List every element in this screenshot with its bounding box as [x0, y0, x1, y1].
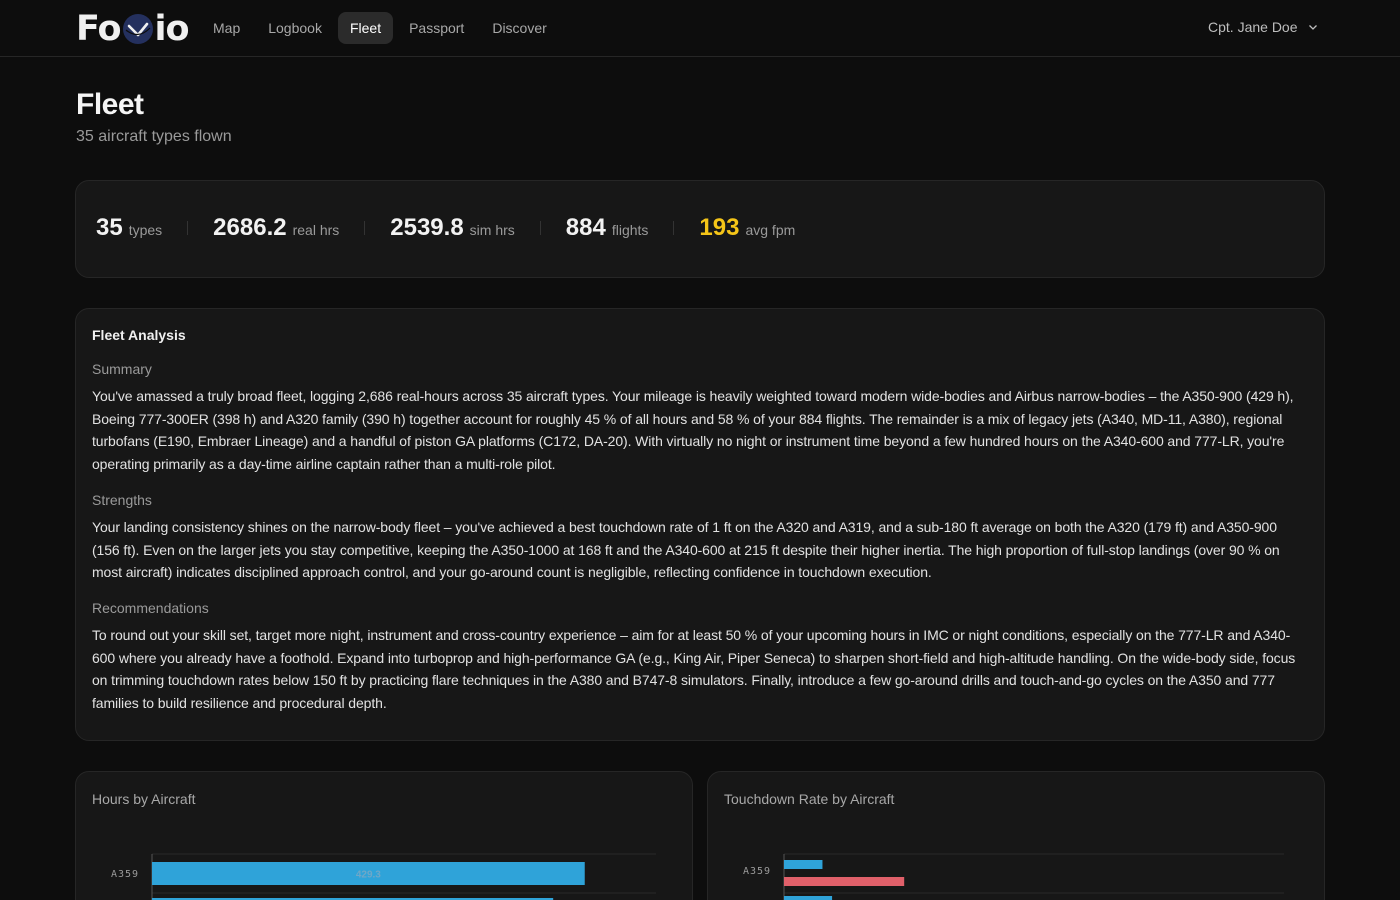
divider: [673, 221, 675, 235]
bar: [784, 877, 905, 886]
touchdown-rate-chart: A359: [743, 853, 1284, 900]
bar-data-label: 429.3: [356, 870, 381, 881]
divider: [364, 221, 366, 235]
stat-value: 35: [96, 214, 123, 241]
stats-card: 35 types 2686.2 real hrs 2539.8 sim hrs …: [75, 180, 1325, 278]
recommendations-text: To round out your skill set, target more…: [92, 626, 1296, 712]
stat-real-hours: 2686.2 real hrs: [213, 214, 339, 242]
analysis-title: Fleet Analysis: [92, 327, 186, 343]
nav-links: Map Logbook Fleet Passport Discover: [201, 12, 559, 44]
divider: [539, 221, 541, 235]
logo-suffix: io: [154, 9, 190, 49]
stat-types: 35 types: [96, 214, 162, 242]
stat-value: 193: [699, 214, 740, 241]
chevron-down-icon: [1308, 25, 1317, 30]
y-tick-label: A359: [111, 869, 139, 880]
user-menu[interactable]: Cpt. Jane Doe: [1208, 19, 1318, 35]
user-name: Cpt. Jane Doe: [1208, 19, 1298, 35]
bar: [784, 860, 823, 869]
stat-value: 2539.8: [390, 214, 464, 241]
nav-link-logbook[interactable]: Logbook: [256, 12, 334, 44]
stat-flights: 884 flights: [566, 214, 649, 242]
divider: [187, 221, 189, 235]
nav-link-fleet[interactable]: Fleet: [337, 12, 394, 44]
summary-text: You've amassed a truly broad fleet, logg…: [92, 388, 1294, 473]
stat-avg-fpm: 193 avg fpm: [699, 214, 795, 242]
recommendations-heading: Recommendations: [92, 599, 209, 616]
stat-value: 2686.2: [213, 214, 287, 241]
stat-label: sim hrs: [469, 222, 515, 238]
globe-icon: [122, 14, 153, 44]
stat-label: types: [128, 222, 163, 238]
stat-label: flights: [611, 222, 649, 238]
page-title: Fleet: [76, 88, 144, 121]
analysis-content: Fleet Analysis Summary You've amassed a …: [92, 327, 1306, 731]
strengths-text: Your landing consistency shines on the n…: [92, 518, 1280, 581]
fleet-analysis-card: Fleet Analysis Summary You've amassed a …: [75, 308, 1325, 741]
y-tick-label: A359: [743, 866, 771, 877]
stats-row: 35 types 2686.2 real hrs 2539.8 sim hrs …: [96, 214, 795, 242]
nav-link-discover[interactable]: Discover: [480, 12, 558, 44]
logo[interactable]: Fo io: [76, 9, 190, 49]
stat-label: real hrs: [292, 222, 340, 238]
page-subtitle: 35 aircraft types flown: [76, 128, 232, 145]
nav-link-passport[interactable]: Passport: [397, 12, 476, 44]
top-nav: Fo io Map Logbook Fleet Passport Discove…: [0, 0, 1400, 57]
logo-prefix: Fo: [76, 9, 122, 49]
hours-chart-card: Hours by Aircraft A359 429.3: [75, 771, 693, 900]
stat-sim-hours: 2539.8 sim hrs: [390, 214, 515, 242]
stat-label: avg fpm: [745, 222, 796, 238]
summary-heading: Summary: [92, 361, 152, 377]
bar: [784, 896, 833, 900]
stat-value: 884: [565, 214, 606, 241]
touchdown-chart-card: Touchdown Rate by Aircraft A359: [707, 771, 1325, 900]
hours-by-aircraft-chart: A359 429.3: [111, 853, 656, 900]
strengths-heading: Strengths: [92, 491, 152, 508]
nav-link-map[interactable]: Map: [201, 12, 252, 44]
